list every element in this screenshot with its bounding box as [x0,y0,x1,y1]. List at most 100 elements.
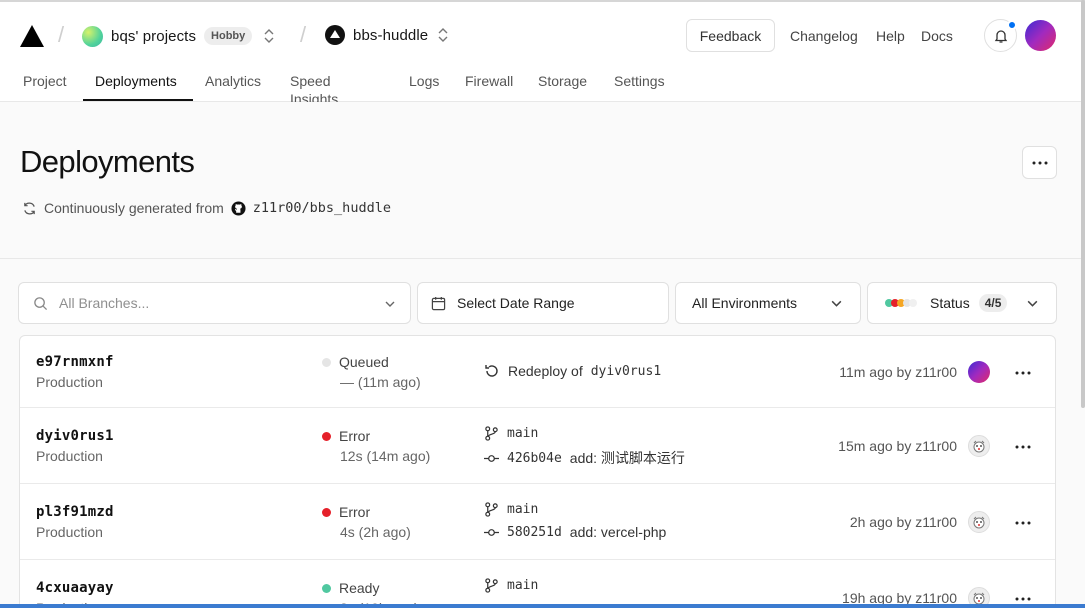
deployment-row[interactable]: e97rnmxnf Production Queued — (11m ago) … [20,336,1055,408]
deployment-environment: Production [36,374,103,390]
deployment-branch: main [484,426,538,441]
more-horizontal-icon [1015,597,1031,601]
redeploy-ref[interactable]: dyiv0rus1 [591,364,661,379]
github-icon [231,200,246,216]
git-commit-icon [484,454,499,462]
commit-hash[interactable]: 426b04e [507,451,562,466]
team-switcher[interactable]: bqs' projects Hobby [82,25,276,47]
row-actions-button[interactable] [1013,364,1033,384]
breadcrumb-separator: / [58,22,65,47]
page-header: Deployments Continuously generated from … [0,102,1085,259]
continuous-deployment-info: Continuously generated from z11r00/bbs_h… [22,200,391,216]
commit-message: add: 测试脚本运行 [569,450,685,466]
tab-speed-insights[interactable]: Speed Insights [290,72,338,107]
deployment-row[interactable]: 4cxuaayay Production Ready 8s (19h ago) … [20,560,1055,608]
git-branch-icon [485,426,498,441]
changelog-link[interactable]: Changelog [790,28,858,44]
status-dot-error [322,507,331,517]
tab-analytics[interactable]: Analytics [205,72,261,103]
tab-storage[interactable]: Storage [538,72,587,103]
team-name: bqs' projects [111,27,197,45]
plan-badge: Hobby [204,27,253,45]
vercel-logo-icon[interactable] [19,24,45,48]
author-avatar [968,361,990,383]
repo-link[interactable]: z11r00/bbs_huddle [253,200,391,216]
deployment-id[interactable]: 4cxuaayay [36,580,114,596]
window-bottom-edge [0,604,1085,608]
deployments-list: e97rnmxnf Production Queued — (11m ago) … [19,335,1056,608]
branch-name[interactable]: main [507,426,538,441]
deployment-row[interactable]: pl3f91mzd Production Error 4s (2h ago) m… [20,484,1055,560]
status-dot-ready [322,583,331,593]
feedback-button[interactable]: Feedback [686,19,775,52]
dog-avatar-icon [973,516,985,529]
deployment-commit: 426b04e add: 测试脚本运行 [484,448,685,468]
deployment-time-author: 2h ago by z11r00 [849,514,957,530]
user-avatar[interactable] [1025,20,1056,51]
deployment-status: Ready [322,580,379,596]
refresh-icon [24,201,35,215]
notification-dot [1007,20,1017,30]
row-actions-button[interactable] [1013,438,1033,458]
deployment-status: Queued [322,354,389,370]
project-switcher[interactable]: bbs-huddle [325,25,450,45]
deployment-row[interactable]: dyiv0rus1 Production Error 12s (14m ago)… [20,408,1055,484]
continuous-label: Continuously generated from [44,200,224,216]
docs-link[interactable]: Docs [921,28,953,44]
row-actions-button[interactable] [1013,514,1033,534]
deployment-source: Redeploy of dyiv0rus1 [484,363,661,379]
tab-settings[interactable]: Settings [614,72,665,103]
deployment-id[interactable]: pl3f91mzd [36,504,114,520]
chevron-updown-icon [438,28,448,42]
date-range-filter[interactable]: Select Date Range [417,282,669,324]
help-link[interactable]: Help [876,28,905,44]
status-filter[interactable]: Status 4/5 [867,282,1057,324]
branch-name[interactable]: main [507,578,538,593]
status-colors-icon [885,299,917,307]
git-branch-icon [485,578,498,593]
branch-search-input[interactable]: All Branches... [59,295,149,311]
status-duration: 12s (14m ago) [340,448,431,464]
more-horizontal-icon [1015,521,1031,525]
more-horizontal-icon [1015,445,1031,449]
redeploy-label: Redeploy of [508,363,583,379]
git-commit-icon [484,528,499,536]
top-navigation: / bqs' projects Hobby / bbs-huddle Feedb… [0,0,1085,107]
deployment-environment: Production [36,524,103,540]
branch-filter[interactable]: All Branches... [18,282,411,324]
page-actions-button[interactable] [1022,146,1057,179]
environment-label: All Environments [692,295,798,311]
deployment-time-author: 15m ago by z11r00 [838,438,957,454]
author-avatar [968,511,990,533]
search-icon [34,296,48,310]
commit-message: add: vercel-php [569,524,667,540]
active-tab-indicator [83,99,193,101]
tab-logs[interactable]: Logs [409,72,439,103]
status-text: Queued [339,354,389,370]
chevron-down-icon [385,301,395,307]
branch-name[interactable]: main [507,502,538,517]
more-horizontal-icon [1015,371,1031,375]
status-label: Status [930,295,970,311]
deployment-id[interactable]: e97rnmxnf [36,354,114,370]
project-icon [325,25,345,45]
deployment-branch: main [484,578,538,593]
deployment-id[interactable]: dyiv0rus1 [36,428,114,444]
status-dot-queued [322,357,331,367]
status-count-badge: 4/5 [978,294,1008,312]
tab-firewall[interactable]: Firewall [465,72,513,103]
breadcrumb-separator: / [300,22,307,47]
environment-filter[interactable]: All Environments [675,282,861,324]
page-scrollbar[interactable] [1081,0,1085,408]
calendar-icon [431,296,446,310]
author-avatar [968,435,990,457]
deployment-status: Error [322,428,370,444]
deployment-environment: Production [36,448,103,464]
tab-project[interactable]: Project [23,72,67,103]
redeploy-icon [485,365,498,377]
deployment-time-author: 11m ago by z11r00 [839,364,957,380]
commit-hash[interactable]: 580251d [507,525,562,540]
more-horizontal-icon [1032,161,1047,164]
chevron-down-icon [1027,300,1038,307]
status-dot-error [322,431,331,441]
